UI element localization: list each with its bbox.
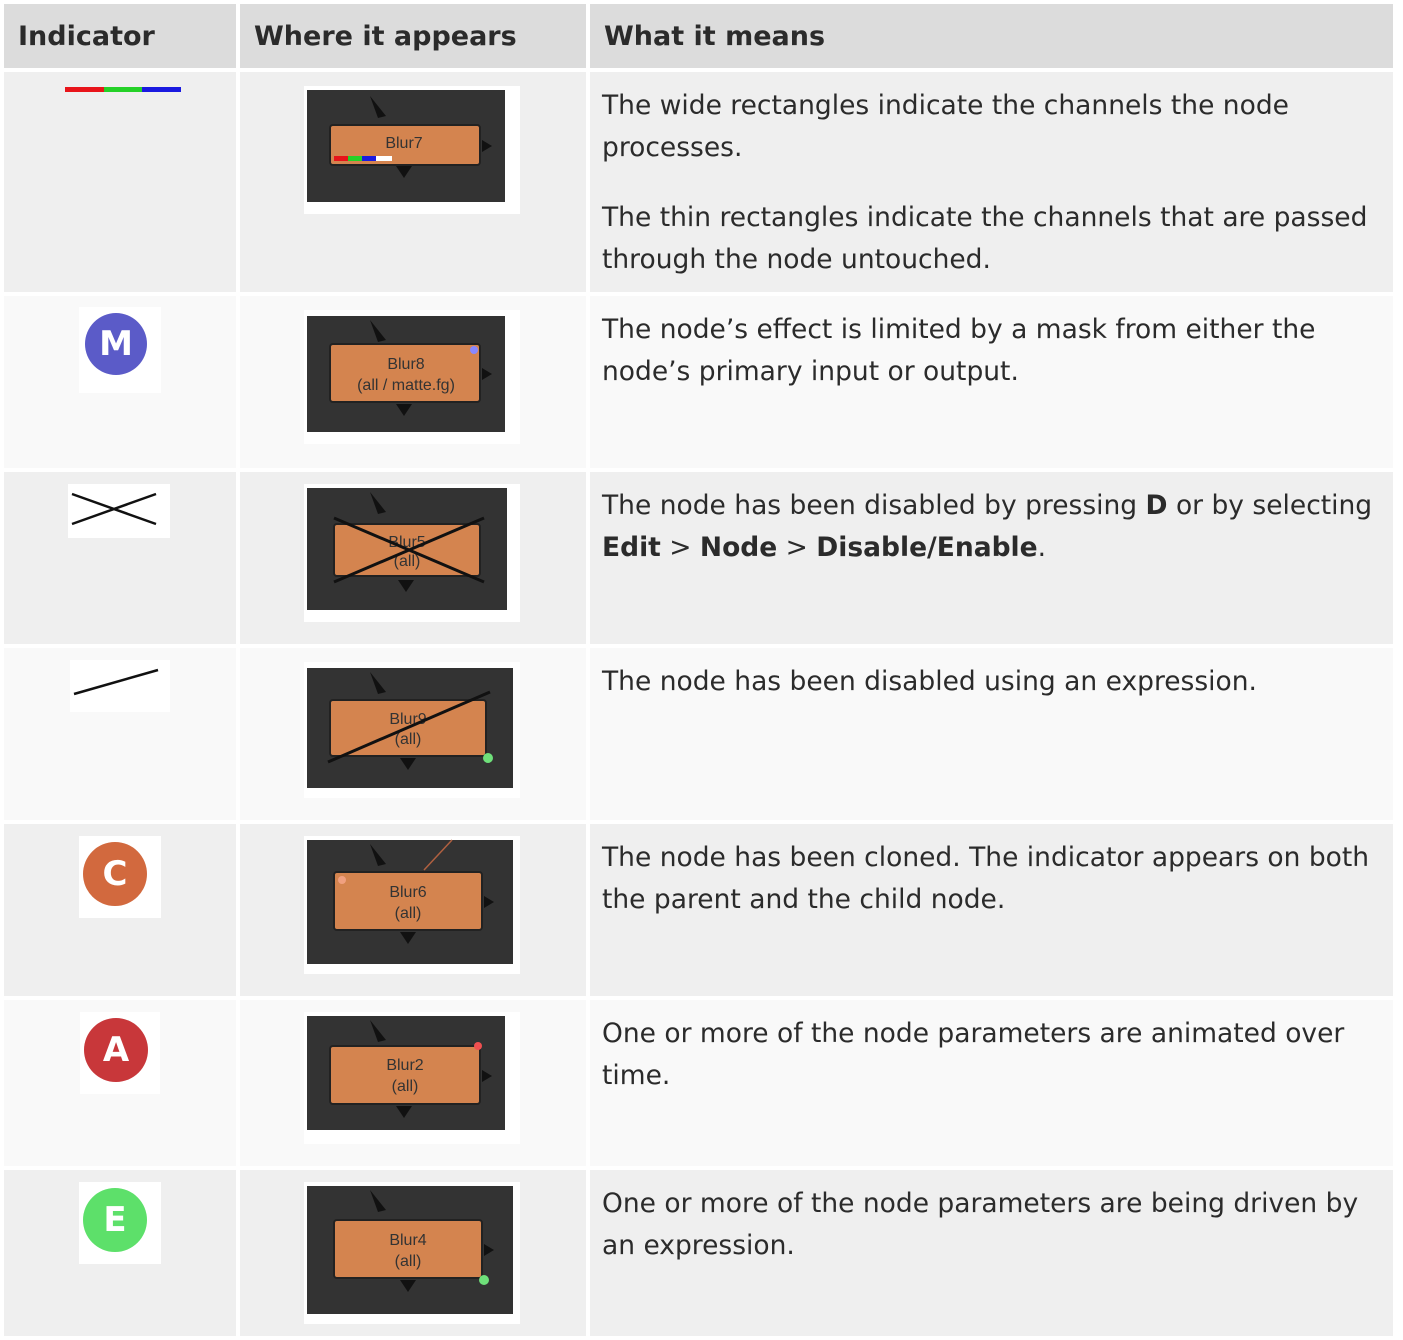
indicator-cell [4, 648, 236, 820]
disabled-cross-icon [71, 492, 157, 526]
indicator-cell [4, 472, 236, 644]
animated-a-icon: A [84, 1018, 148, 1082]
node-sublabel: (all) [392, 1078, 419, 1095]
where-cell: Blur8 (all / matte.fg) [240, 296, 586, 468]
menu-path-disable-enable: Disable/Enable [816, 532, 1038, 563]
table-row: C Blur6 (all) The node has been cloned. … [4, 824, 1393, 996]
where-cell: Blur6 (all) [240, 824, 586, 996]
node-screenshot: Blur7 [304, 86, 520, 214]
where-cell: Blur5 (all) [240, 472, 586, 644]
disabled-expression-line-icon [73, 668, 159, 696]
meaning-cell: The node has been disabled by pressing D… [590, 472, 1393, 644]
node-sublabel: (all) [395, 1253, 422, 1270]
header-row: Indicator Where it appears What it means [4, 4, 1393, 68]
node-sublabel: (all / matte.fg) [357, 377, 455, 394]
table-row: A Blur2 (all) One or more of the node pa… [4, 1000, 1393, 1166]
menu-separator: > [660, 532, 700, 563]
indicator-cell: M [4, 296, 236, 468]
node-screenshot: Blur9 (all) [304, 662, 520, 798]
menu-path-node: Node [699, 532, 778, 563]
rgb-channel-bars-icon [65, 87, 181, 92]
indicator-cell: E [4, 1170, 236, 1336]
node-screenshot: Blur5 (all) [304, 484, 520, 622]
where-cell: Blur9 (all) [240, 648, 586, 820]
indicator-cell: C [4, 824, 236, 996]
meaning-cell: The node’s effect is limited by a mask f… [590, 296, 1393, 468]
indicator-table: Indicator Where it appears What it means [0, 0, 1397, 1340]
meaning-text: The node’s effect is limited by a mask f… [602, 314, 1316, 387]
meaning-text: The node has been cloned. The indicator … [602, 842, 1370, 915]
expression-e-icon: E [83, 1188, 147, 1252]
indicator-cell: A [4, 1000, 236, 1166]
meaning-text: The thin rectangles indicate the channel… [602, 202, 1368, 275]
disabled-icon-frame [68, 484, 170, 538]
shortcut-key: D [1145, 490, 1168, 521]
table-row: Blur5 (all) The node has been disabled b… [4, 472, 1393, 644]
expression-disable-icon-frame [70, 660, 170, 712]
meaning-text: The node has been disabled by pressing D… [602, 485, 1381, 569]
header-where-it-appears: Where it appears [240, 4, 586, 68]
clone-c-icon: C [83, 842, 147, 906]
node-label: Blur9 [389, 711, 426, 728]
meaning-text-part: The node has been disabled by pressing [602, 490, 1146, 521]
meaning-cell: One or more of the node parameters are b… [590, 1170, 1393, 1336]
node-screenshot: Blur2 (all) [304, 1012, 520, 1144]
meaning-text: The wide rectangles indicate the channel… [602, 90, 1289, 163]
node-label: Blur8 [387, 356, 424, 373]
meaning-text-part: . [1037, 532, 1047, 563]
animated-icon-frame: A [80, 1012, 160, 1094]
where-cell: Blur7 [240, 72, 586, 292]
node-label: Blur7 [385, 135, 422, 152]
expression-icon-frame: E [79, 1182, 161, 1264]
mask-icon-frame: M [79, 307, 161, 393]
node-label: Blur4 [389, 1232, 426, 1249]
where-cell: Blur4 (all) [240, 1170, 586, 1336]
menu-separator: > [777, 532, 817, 563]
node-sublabel: (all) [395, 731, 422, 748]
table-row: Blur7 The wide rectangles indicate the c… [4, 72, 1393, 292]
node-screenshot: Blur4 (all) [304, 1182, 520, 1324]
header-indicator: Indicator [4, 4, 236, 68]
where-cell: Blur2 (all) [240, 1000, 586, 1166]
header-what-it-means: What it means [590, 4, 1393, 68]
meaning-cell: The wide rectangles indicate the channel… [590, 72, 1393, 292]
node-sublabel: (all) [395, 905, 422, 922]
indicator-cell [4, 72, 236, 292]
node-screenshot: Blur8 (all / matte.fg) [304, 310, 520, 444]
meaning-text: One or more of the node parameters are b… [602, 1188, 1359, 1261]
meaning-text-part: or by selecting [1167, 490, 1373, 521]
node-label: Blur6 [389, 884, 426, 901]
node-screenshot: Blur6 (all) [304, 836, 520, 974]
node-label: Blur2 [386, 1057, 423, 1074]
table-row: Blur9 (all) The node has been disabled u… [4, 648, 1393, 820]
table-row: E Blur4 (all) One or more of the node pa… [4, 1170, 1393, 1336]
menu-path-edit: Edit [602, 532, 661, 563]
table-row: M Blur8 (all / matte.fg) The node’s effe… [4, 296, 1393, 468]
clone-icon-frame: C [79, 836, 161, 918]
meaning-cell: One or more of the node parameters are a… [590, 1000, 1393, 1166]
mask-m-icon: M [85, 313, 147, 375]
meaning-cell: The node has been cloned. The indicator … [590, 824, 1393, 996]
meaning-cell: The node has been disabled using an expr… [590, 648, 1393, 820]
meaning-text: One or more of the node parameters are a… [602, 1018, 1345, 1091]
meaning-text: The node has been disabled using an expr… [602, 666, 1257, 697]
